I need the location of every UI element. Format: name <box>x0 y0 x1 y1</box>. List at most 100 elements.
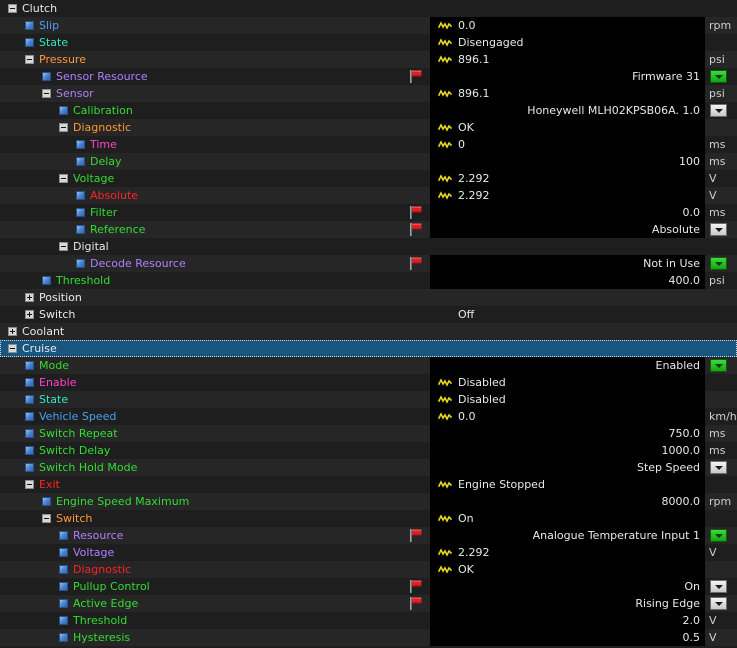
tree-row-value-field[interactable]: 0.0 <box>430 408 705 425</box>
chevron-down-icon[interactable] <box>710 461 727 474</box>
tree-row-label-cell[interactable]: Voltage <box>0 544 430 561</box>
tree-row-value-field[interactable]: 750.0 <box>430 425 705 442</box>
tree-row[interactable]: Pullup Control On <box>0 578 737 595</box>
tree-row-value-field[interactable]: 0.5 <box>430 629 705 646</box>
minus-box-icon[interactable] <box>59 242 68 251</box>
tree-row-value-field[interactable]: Disabled <box>430 391 705 408</box>
tree-row-value-field[interactable]: 8000.0 <box>430 493 705 510</box>
tree-row[interactable]: Vehicle Speed 0.0 km/h <box>0 408 737 425</box>
tree-row[interactable]: State Disabled <box>0 391 737 408</box>
tree-row-label-cell[interactable]: Switch Delay <box>0 442 430 459</box>
tree-row-label-cell[interactable]: Vehicle Speed <box>0 408 430 425</box>
tree-row-label-cell[interactable]: State <box>0 391 430 408</box>
tree-row[interactable]: Delay 100 ms <box>0 153 737 170</box>
tree-row-label-cell[interactable]: Enable <box>0 374 430 391</box>
tree-row[interactable]: Switch Repeat 750.0 ms <box>0 425 737 442</box>
chevron-down-icon[interactable] <box>710 529 727 542</box>
tree-row[interactable]: Resource Analogue Temperature Input 1 <box>0 527 737 544</box>
tree-row[interactable]: Coolant <box>0 323 737 340</box>
tree-row-value-field[interactable]: Enabled <box>430 357 705 374</box>
tree-row[interactable]: Exit Engine Stopped <box>0 476 737 493</box>
tree-row[interactable]: Active Edge Rising Edge <box>0 595 737 612</box>
tree-row-label-cell[interactable]: Threshold <box>0 272 430 289</box>
tree-row-label-cell[interactable]: Resource <box>0 527 430 544</box>
tree-row[interactable]: Switch Off <box>0 306 737 323</box>
plus-box-icon[interactable] <box>25 293 34 302</box>
tree-row-value-field[interactable]: 896.1 <box>430 51 705 68</box>
tree-row[interactable]: Sensor 896.1 psi <box>0 85 737 102</box>
tree-row[interactable]: Diagnostic OK <box>0 119 737 136</box>
minus-box-icon[interactable] <box>8 4 17 13</box>
tree-row-label-cell[interactable]: Delay <box>0 153 430 170</box>
tree-row-value-field[interactable]: 2.292 <box>430 187 705 204</box>
minus-box-icon[interactable] <box>42 89 51 98</box>
tree-row[interactable]: Voltage 2.292 V <box>0 544 737 561</box>
tree-row-label-cell[interactable]: Reference <box>0 221 430 238</box>
tree-row-value-field[interactable]: Rising Edge <box>430 595 705 612</box>
tree-row-value-field[interactable]: Analogue Temperature Input 1 <box>430 527 705 544</box>
tree-row[interactable]: Reference Absolute <box>0 221 737 238</box>
tree-row-label-cell[interactable]: Slip <box>0 17 430 34</box>
tree-row-label-cell[interactable]: Threshold <box>0 612 430 629</box>
tree-row-value-field[interactable]: Engine Stopped <box>430 476 705 493</box>
tree-row[interactable]: Calibration Honeywell MLH02KPSB06A. 1.0 <box>0 102 737 119</box>
tree-row[interactable]: Threshold 2.0 V <box>0 612 737 629</box>
chevron-down-icon[interactable] <box>710 359 727 372</box>
tree-row[interactable]: Clutch <box>0 0 737 17</box>
minus-box-icon[interactable] <box>59 174 68 183</box>
tree-row-label-cell[interactable]: Switch <box>0 510 430 527</box>
tree-row-label-cell[interactable]: Digital <box>0 238 430 255</box>
tree-row-value-field[interactable]: 896.1 <box>430 85 705 102</box>
chevron-down-icon[interactable] <box>710 70 727 83</box>
minus-box-icon[interactable] <box>25 480 34 489</box>
minus-box-icon[interactable] <box>25 55 34 64</box>
plus-box-icon[interactable] <box>8 327 17 336</box>
tree-row[interactable]: Pressure 896.1 psi <box>0 51 737 68</box>
tree-row-value-field[interactable]: 100 <box>430 153 705 170</box>
tree-row-value-field[interactable]: Disengaged <box>430 34 705 51</box>
tree-row-value-field[interactable]: Absolute <box>430 221 705 238</box>
tree-row-label-cell[interactable]: Engine Speed Maximum <box>0 493 430 510</box>
tree-row[interactable]: Cruise <box>0 340 737 357</box>
tree-row-label-cell[interactable]: Filter <box>0 204 430 221</box>
tree-row[interactable]: Diagnostic OK <box>0 561 737 578</box>
tree-row-label-cell[interactable]: Position <box>0 289 430 306</box>
tree-row-label-cell[interactable]: Cruise <box>0 340 430 357</box>
tree-row-label-cell[interactable]: Time <box>0 136 430 153</box>
tree-row[interactable]: Engine Speed Maximum 8000.0 rpm <box>0 493 737 510</box>
parameter-tree[interactable]: Clutch Slip 0.0 rpm State Disengaged Pressure 8… <box>0 0 737 648</box>
tree-row-value-field[interactable]: Step Speed <box>430 459 705 476</box>
tree-row[interactable]: Position <box>0 289 737 306</box>
chevron-down-icon[interactable] <box>710 257 727 270</box>
tree-row-label-cell[interactable]: Pressure <box>0 51 430 68</box>
tree-row-label-cell[interactable]: Switch Hold Mode <box>0 459 430 476</box>
tree-row[interactable]: Time 0 ms <box>0 136 737 153</box>
tree-row[interactable]: Threshold 400.0 psi <box>0 272 737 289</box>
tree-row[interactable]: Digital <box>0 238 737 255</box>
tree-row-label-cell[interactable]: Voltage <box>0 170 430 187</box>
tree-row-value-field[interactable]: Disabled <box>430 374 705 391</box>
tree-row-label-cell[interactable]: Absolute <box>0 187 430 204</box>
chevron-down-icon[interactable] <box>710 223 727 236</box>
tree-row-label-cell[interactable]: Switch <box>0 306 430 323</box>
tree-row-value-field[interactable]: 400.0 <box>430 272 705 289</box>
chevron-down-icon[interactable] <box>710 104 727 117</box>
tree-row-value-field[interactable]: 0.0 <box>430 204 705 221</box>
minus-box-icon[interactable] <box>42 514 51 523</box>
tree-row[interactable]: Slip 0.0 rpm <box>0 17 737 34</box>
tree-row-value-field[interactable]: 0 <box>430 136 705 153</box>
tree-row[interactable]: Mode Enabled <box>0 357 737 374</box>
tree-row[interactable]: Switch On <box>0 510 737 527</box>
tree-row-label-cell[interactable]: Diagnostic <box>0 561 430 578</box>
tree-row-label-cell[interactable]: Mode <box>0 357 430 374</box>
tree-row-value-field[interactable]: 1000.0 <box>430 442 705 459</box>
tree-row[interactable]: Voltage 2.292 V <box>0 170 737 187</box>
tree-row-value-field[interactable]: OK <box>430 561 705 578</box>
chevron-down-icon[interactable] <box>710 597 727 610</box>
tree-row[interactable]: Hysteresis 0.5 V <box>0 629 737 646</box>
tree-row-label-cell[interactable]: Sensor <box>0 85 430 102</box>
tree-row-value-field[interactable]: 2.292 <box>430 170 705 187</box>
tree-row-label-cell[interactable]: Active Edge <box>0 595 430 612</box>
tree-row-value-field[interactable]: 2.0 <box>430 612 705 629</box>
chevron-down-icon[interactable] <box>710 580 727 593</box>
